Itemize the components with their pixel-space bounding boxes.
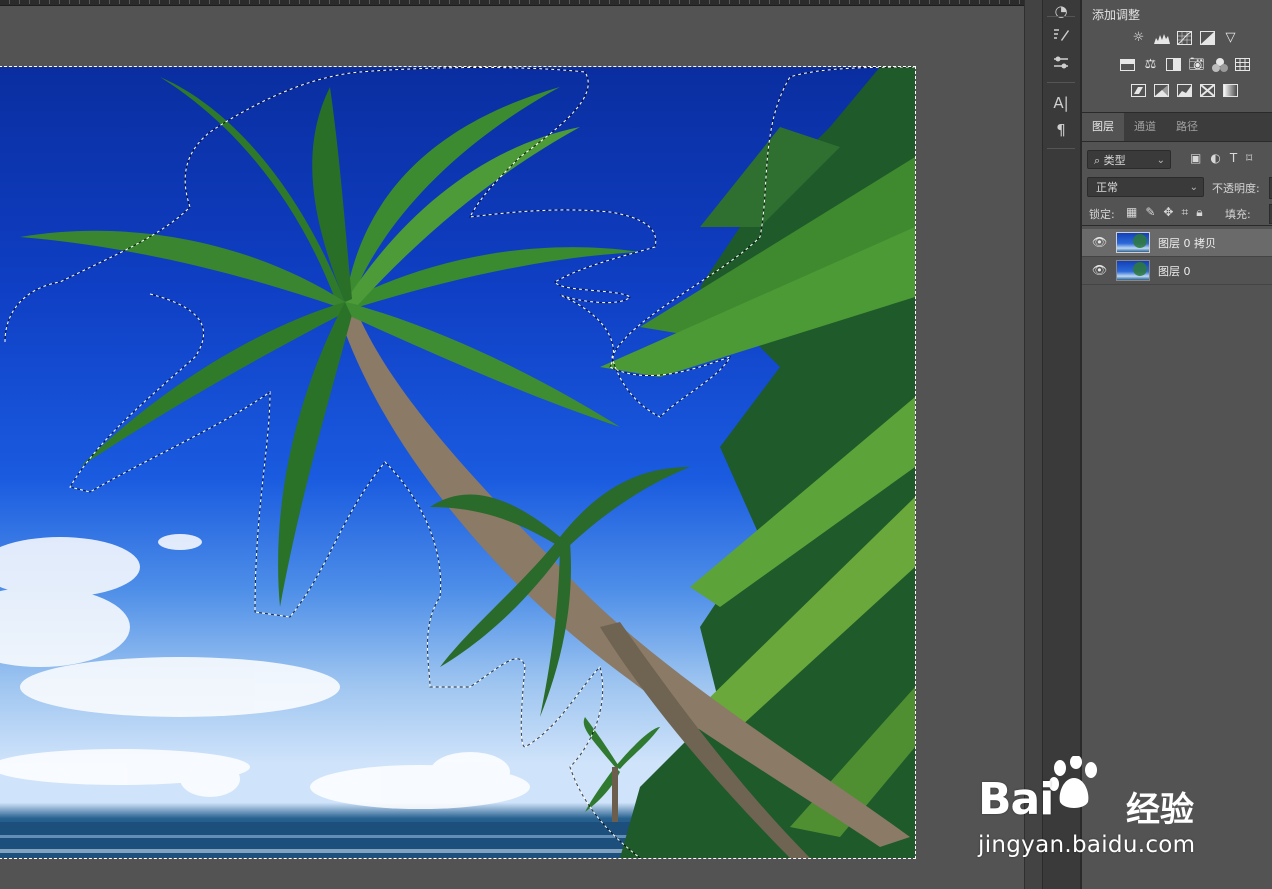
fill-label: 填充: [1225,208,1251,221]
curves-icon[interactable] [1176,29,1193,46]
chevron-down-icon: ⌄ [1189,182,1198,193]
blend-mode-value: 正常 [1096,181,1118,194]
layer-filter-row: ⌕ 类型 ⌄ ▣ ◐ T ⌑ [1082,148,1272,172]
lock-position-icon[interactable]: ✥ [1163,205,1173,220]
adjustments-row-3 [1130,82,1239,99]
filter-pixel-icon[interactable]: ▣ [1190,151,1201,165]
canvas-area[interactable] [0,0,1024,889]
channel-mixer-icon[interactable] [1211,56,1228,73]
selective-color-icon[interactable] [1199,82,1216,99]
adjustments-row-1: ☼ ▽ [1130,29,1239,46]
layer-row-base[interactable]: 👁︎ 图层 0 [1082,257,1272,285]
palm-beach-photo [0,67,915,858]
gradient-map-icon[interactable] [1222,82,1239,99]
lock-pixels-icon[interactable]: ✎ [1145,205,1155,220]
lock-icons: ▦ ✎ ✥ ⌗ 🔒︎ [1126,205,1203,220]
invert-icon[interactable] [1130,82,1147,99]
watermark-suffix: 经验 [1126,790,1194,830]
document-image[interactable] [0,66,916,859]
levels-icon[interactable] [1153,29,1170,46]
adjustments-panel: 添加调整 ☼ ▽ ⚖ 📷︎ [1082,0,1272,113]
filter-adjustment-icon[interactable]: ◐ [1210,151,1220,165]
lock-all-icon[interactable]: 🔒︎ [1196,205,1202,220]
lock-transparent-icon[interactable]: ▦ [1126,205,1137,220]
brightness-icon[interactable]: ☼ [1130,29,1147,46]
eye-icon[interactable]: 👁︎ [1092,235,1107,249]
clouds [0,534,530,809]
layer-thumbnail [1116,260,1150,281]
tab-paths[interactable]: 路径 [1166,113,1208,141]
baidu-watermark: Bai 经验 jingyan.baidu.com [976,756,1216,862]
paragraph-icon[interactable]: ¶ [1049,119,1073,141]
opacity-label: 不透明度: [1212,182,1260,195]
exposure-icon[interactable] [1199,29,1216,46]
filter-type-icon[interactable]: T [1230,151,1237,165]
photo-filter-icon[interactable]: 📷︎ [1188,56,1205,73]
filter-shape-icon[interactable]: ⌑ [1246,151,1252,165]
watermark-url: jingyan.baidu.com [978,832,1196,858]
top-ruler [0,0,1024,6]
posterize-icon[interactable] [1153,82,1170,99]
divider [1047,16,1075,17]
filter-kind-select[interactable]: ⌕ 类型 ⌄ [1087,150,1171,169]
adjustments-title: 添加调整 [1092,8,1141,22]
black-white-icon[interactable] [1165,56,1182,73]
watermark-brand: Bai [978,774,1054,825]
lock-label: 锁定: [1089,208,1115,221]
layer-thumbnail [1116,232,1150,253]
chevron-down-icon: ⌄ [1156,155,1165,166]
eye-icon[interactable]: 👁︎ [1092,263,1107,277]
vibrance-icon[interactable]: ▽ [1222,29,1239,46]
threshold-icon[interactable] [1176,82,1193,99]
character-icon[interactable]: A| [1049,92,1073,114]
filter-kind-value: ⌕ 类型 [1094,154,1126,167]
divider [1047,82,1075,83]
history-icon[interactable]: ◔ [1049,0,1073,22]
layer-name: 图层 0 拷贝 [1158,237,1216,250]
blend-row: 正常 ⌄ 不透明度: [1082,176,1272,200]
lock-artboard-icon[interactable]: ⌗ [1181,205,1188,220]
layers-panel-tabs: 图层 通道 路径 [1082,113,1272,142]
color-balance-icon[interactable]: ⚖ [1142,56,1159,73]
layer-name: 图层 0 [1158,265,1191,278]
brush-settings-icon[interactable] [1049,24,1073,46]
lock-row: 锁定: ▦ ✎ ✥ ⌗ 🔒︎ 填充: [1082,203,1272,226]
color-lookup-icon[interactable] [1234,56,1251,73]
hue-saturation-icon[interactable] [1119,56,1136,73]
layer-row-copy[interactable]: 👁︎ 图层 0 拷贝 [1082,229,1272,257]
divider [1047,148,1075,149]
tab-channels[interactable]: 通道 [1124,113,1166,141]
tab-layers[interactable]: 图层 [1082,113,1124,141]
filter-icons: ▣ ◐ T ⌑ [1190,151,1252,165]
adjustments-row-2: ⚖ 📷︎ [1119,56,1251,73]
blend-mode-select[interactable]: 正常 ⌄ [1087,177,1204,197]
baidu-paw-logo [1049,756,1097,808]
adjustments-sliders-icon[interactable] [1049,52,1073,74]
